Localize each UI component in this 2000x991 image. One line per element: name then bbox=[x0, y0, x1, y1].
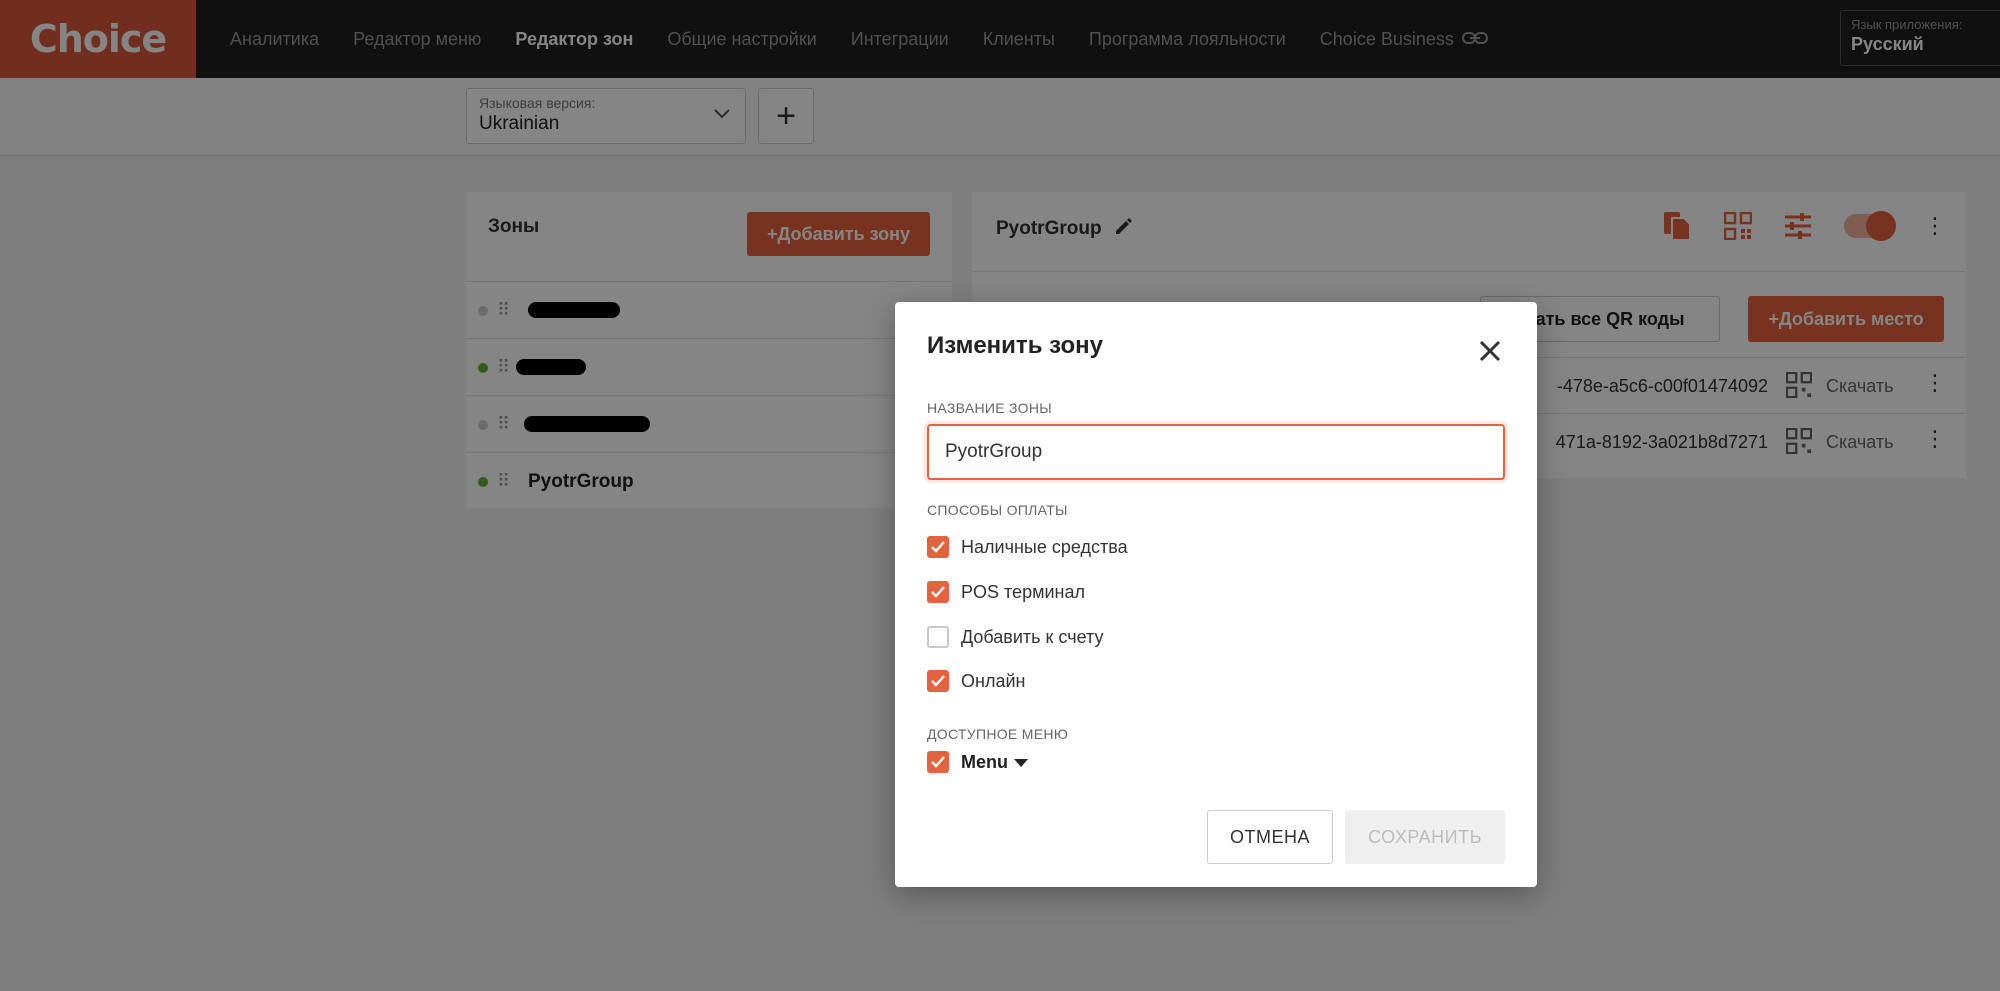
edit-zone-dialog: Изменить зону НАЗВАНИЕ ЗОНЫ СПОСОБЫ ОПЛА… bbox=[895, 302, 1537, 887]
checkbox-checked[interactable] bbox=[927, 536, 949, 558]
payment-pos-option[interactable]: POS терминал bbox=[927, 581, 1085, 603]
payment-online-option[interactable]: Онлайн bbox=[927, 670, 1025, 692]
close-icon[interactable] bbox=[1477, 338, 1503, 364]
save-button[interactable]: СОХРАНИТЬ bbox=[1345, 810, 1505, 864]
payment-option-label: Наличные средства bbox=[961, 536, 1128, 557]
checkbox-checked[interactable] bbox=[927, 751, 949, 773]
payment-methods-label: СПОСОБЫ ОПЛАТЫ bbox=[927, 502, 1068, 518]
menu-option-text: Menu bbox=[961, 751, 1008, 772]
checkbox-checked[interactable] bbox=[927, 670, 949, 692]
payment-option-label: Онлайн bbox=[961, 670, 1026, 691]
dialog-title: Изменить зону bbox=[927, 332, 1103, 359]
menu-option-label[interactable]: Menu bbox=[961, 752, 1028, 773]
caret-down-icon[interactable] bbox=[1014, 758, 1028, 767]
available-menu-label: ДОСТУПНОЕ МЕНЮ bbox=[927, 726, 1069, 742]
payment-cash-option[interactable]: Наличные средства bbox=[927, 536, 1128, 558]
zone-name-input[interactable] bbox=[927, 424, 1505, 480]
menu-option[interactable]: Menu bbox=[927, 751, 1028, 773]
payment-option-label: POS терминал bbox=[961, 581, 1085, 602]
zone-name-label: НАЗВАНИЕ ЗОНЫ bbox=[927, 400, 1052, 416]
checkbox-checked[interactable] bbox=[927, 581, 949, 603]
payment-option-label: Добавить к счету bbox=[961, 626, 1104, 647]
checkbox-unchecked[interactable] bbox=[927, 626, 949, 648]
cancel-button[interactable]: ОТМЕНА bbox=[1207, 810, 1333, 864]
payment-add-to-bill-option[interactable]: Добавить к счету bbox=[927, 626, 1103, 648]
